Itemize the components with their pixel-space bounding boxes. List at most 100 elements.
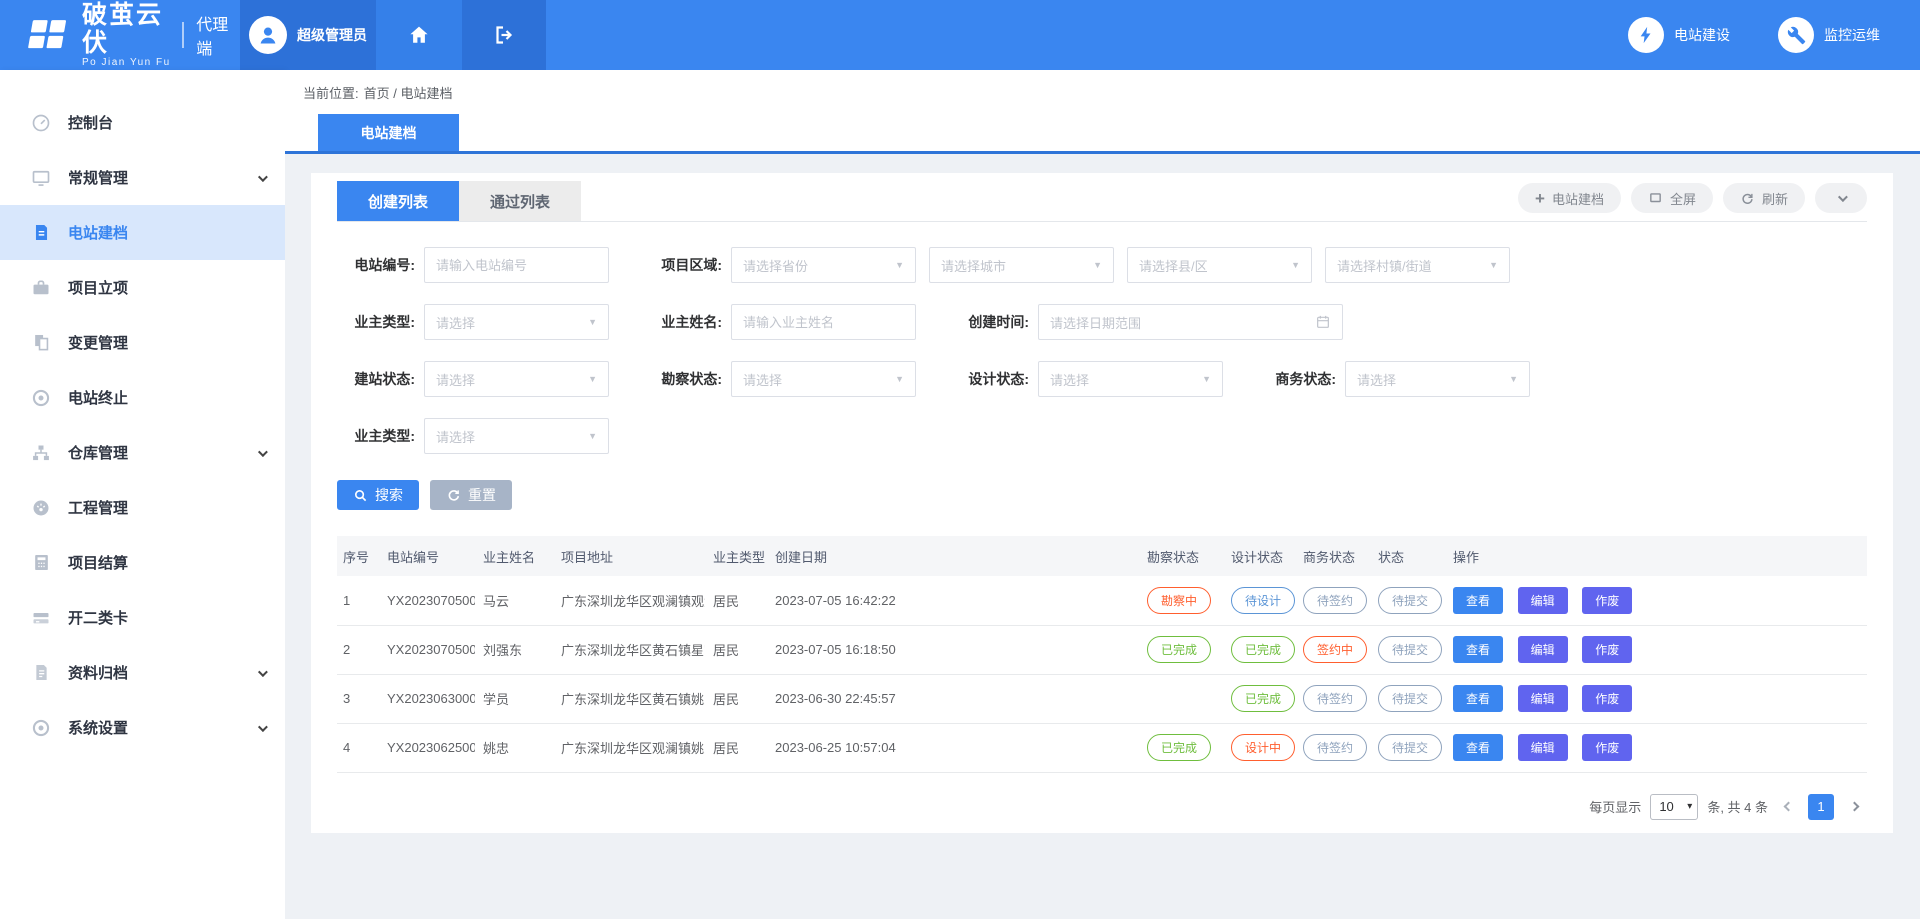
col-owner: 业主姓名 (475, 536, 553, 576)
business-status-badge: 待签约 (1303, 685, 1367, 712)
edit-button[interactable]: 编辑 (1518, 685, 1568, 712)
sidebar-item-station-termination[interactable]: 电站终止 (0, 370, 285, 425)
sidebar-item-general-mgmt[interactable]: 常规管理 (0, 150, 285, 205)
chevron-down-icon (1837, 192, 1847, 202)
search-button[interactable]: 搜索 (337, 480, 419, 510)
sidebar-item-label: 系统设置 (68, 717, 128, 738)
filter-row-2: 业主类型: 请选择 ▼ 业主姓名: 创建时 (337, 304, 1867, 340)
city-select[interactable]: 请选择城市 ▼ (929, 247, 1114, 283)
user-menu[interactable]: 超级管理员 (240, 0, 376, 70)
chevron-down-icon (258, 169, 265, 186)
sidebar-item-label: 开二类卡 (68, 607, 128, 628)
edit-button[interactable]: 编辑 (1518, 734, 1568, 761)
sidebar-item-label: 工程管理 (68, 497, 128, 518)
view-button[interactable]: 查看 (1453, 734, 1503, 761)
filter-station-code: 电站编号: (337, 247, 644, 283)
col-created: 创建日期 (767, 536, 1139, 576)
per-page-select[interactable]: 10 ▾ (1650, 794, 1698, 820)
page-number-1[interactable]: 1 (1808, 794, 1834, 820)
owner-type-select[interactable]: 请选择 ▼ (424, 304, 609, 340)
pagination: 每页显示 10 ▾ 条, 共 4 条 1 (337, 773, 1867, 820)
refresh-button[interactable]: 刷新 (1723, 183, 1805, 213)
cell-address: 广东深圳龙华区黄石镇姚家庄... (553, 674, 705, 723)
cell-address: 广东深圳龙华区观澜镇观湖路... (553, 576, 705, 625)
date-range-picker[interactable]: 请选择日期范围 (1038, 304, 1343, 340)
page-tab-station-filing[interactable]: 电站建档 (318, 114, 459, 151)
cell-created: 2023-06-30 22:45:57 (767, 674, 1139, 723)
caret-down-icon: ▼ (895, 260, 904, 270)
logout-icon (492, 23, 516, 47)
owner-name-label: 业主姓名: (644, 312, 722, 332)
void-button[interactable]: 作废 (1582, 685, 1632, 712)
tab-create-list[interactable]: 创建列表 (337, 181, 459, 221)
refresh-icon (1740, 191, 1755, 206)
edit-button[interactable]: 编辑 (1518, 636, 1568, 663)
tab-approved-list[interactable]: 通过列表 (459, 181, 581, 221)
view-button[interactable]: 查看 (1453, 685, 1503, 712)
sidebar-item-project-settlement[interactable]: 项目结算 (0, 535, 285, 590)
sidebar-item-system-settings[interactable]: 系统设置 (0, 700, 285, 755)
cell-owner: 学员 (475, 674, 553, 723)
collapse-toolbar-button[interactable] (1815, 183, 1867, 213)
station-code-input[interactable] (424, 247, 609, 283)
design-status-select[interactable]: 请选择 ▼ (1038, 361, 1223, 397)
view-button[interactable]: 查看 (1453, 636, 1503, 663)
nav-monitor-ops[interactable]: 监控运维 (1778, 17, 1880, 53)
cell-owner-type: 居民 (705, 723, 767, 772)
sidebar-item-warehouse-mgmt[interactable]: 仓库管理 (0, 425, 285, 480)
business-status-select[interactable]: 请选择 ▼ (1345, 361, 1530, 397)
cell-address: 广东深圳龙华区黄石镇星官大... (553, 625, 705, 674)
void-button[interactable]: 作废 (1582, 636, 1632, 663)
prev-page-button[interactable] (1777, 794, 1799, 820)
fullscreen-icon (1648, 191, 1663, 205)
sidebar-item-archives[interactable]: 资料归档 (0, 645, 285, 700)
design-status-badge: 已完成 (1231, 685, 1295, 712)
edit-button[interactable]: 编辑 (1518, 587, 1568, 614)
owner-name-input[interactable] (731, 304, 916, 340)
nav-station-build[interactable]: 电站建设 (1628, 17, 1730, 53)
next-page-button[interactable] (1843, 794, 1865, 820)
home-button[interactable] (376, 0, 462, 70)
void-button[interactable]: 作废 (1582, 734, 1632, 761)
sidebar-item-engineering-mgmt[interactable]: 工程管理 (0, 480, 285, 535)
filter-create-time: 创建时间: 请选择日期范围 (951, 304, 1343, 340)
business-status-badge: 待签约 (1303, 587, 1367, 614)
calendar-icon (1315, 314, 1331, 330)
caret-down-icon: ▼ (588, 374, 597, 384)
sidebar-item-label: 变更管理 (68, 332, 128, 353)
copy-pages-icon (30, 332, 52, 354)
sidebar-item-label: 项目结算 (68, 552, 128, 573)
cell-code: YX2023062500004 (379, 723, 475, 772)
col-actions: 操作 (1445, 536, 1867, 576)
reset-button[interactable]: 重置 (430, 480, 512, 510)
view-button[interactable]: 查看 (1453, 587, 1503, 614)
void-button[interactable]: 作废 (1582, 587, 1632, 614)
survey-status-select[interactable]: 请选择 ▼ (731, 361, 916, 397)
logout-button[interactable] (462, 0, 546, 70)
province-select[interactable]: 请选择省份 ▼ (731, 247, 916, 283)
create-station-button[interactable]: + 电站建档 (1518, 183, 1621, 213)
archive-doc-icon (30, 662, 52, 684)
station-code-label: 电站编号: (337, 255, 415, 275)
cell-code: YX2023070500010 (379, 625, 475, 674)
owner-type2-select[interactable]: 请选择 ▼ (424, 418, 609, 454)
chevron-down-icon (258, 444, 265, 461)
cell-created: 2023-06-25 10:57:04 (767, 723, 1139, 772)
fullscreen-button[interactable]: 全屏 (1631, 183, 1713, 213)
cell-owner-type: 居民 (705, 576, 767, 625)
table-row: 4 YX2023062500004 姚忠 广东深圳龙华区观澜镇姚家庄... 居民… (337, 723, 1867, 772)
build-status-select[interactable]: 请选择 ▼ (424, 361, 609, 397)
design-status-placeholder: 请选择 (1050, 370, 1089, 389)
sidebar-item-console[interactable]: 控制台 (0, 95, 285, 150)
county-select[interactable]: 请选择县/区 ▼ (1127, 247, 1312, 283)
sidebar-item-type2-card[interactable]: 开二类卡 (0, 590, 285, 645)
per-page-label: 每页显示 (1589, 797, 1641, 816)
status-badge: 待提交 (1378, 636, 1442, 663)
sidebar-item-change-mgmt[interactable]: 变更管理 (0, 315, 285, 370)
town-select[interactable]: 请选择村镇/街道 ▼ (1325, 247, 1510, 283)
region-label: 项目区域: (644, 255, 722, 275)
sidebar-item-station-filing[interactable]: 电站建档 (0, 205, 285, 260)
sidebar-item-project-approval[interactable]: 项目立项 (0, 260, 285, 315)
cell-owner: 马云 (475, 576, 553, 625)
topbar: 当前位置: 首页 / 电站建档 电站建档 (285, 70, 1920, 154)
